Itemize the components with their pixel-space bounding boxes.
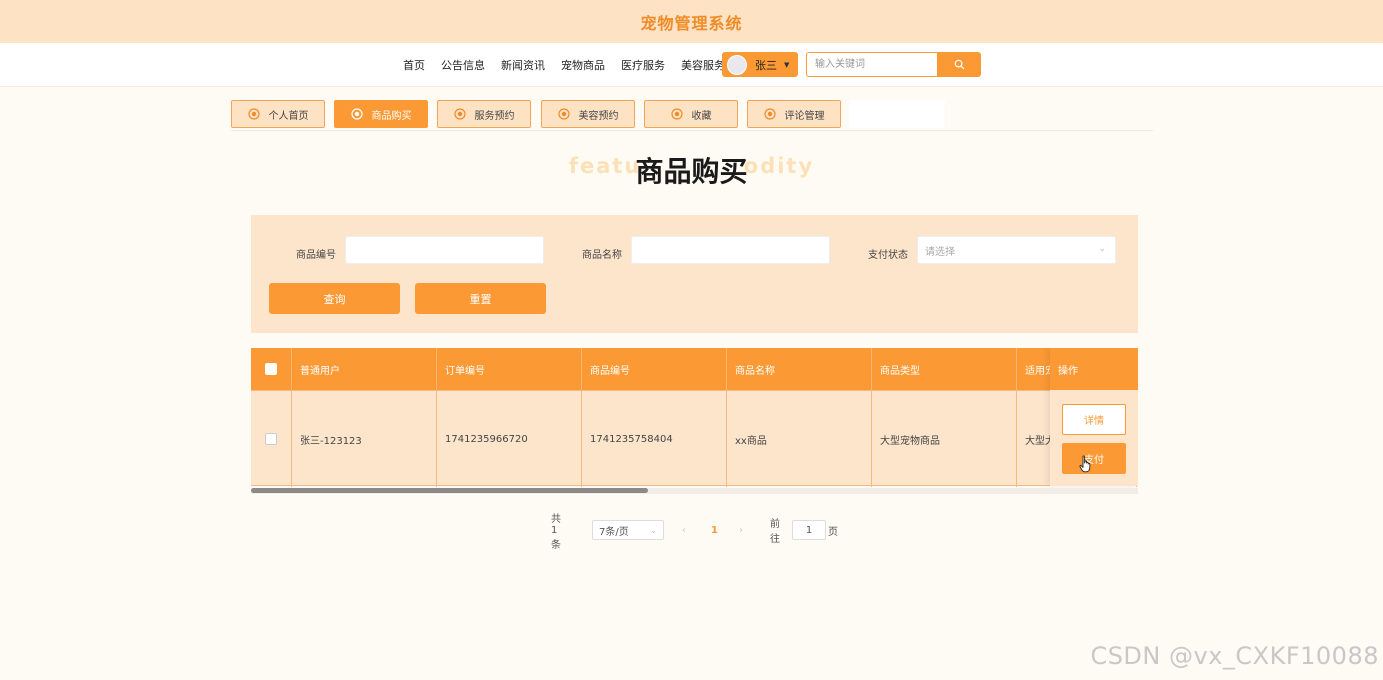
page-heading: featu odity 商品购买 bbox=[0, 150, 1383, 190]
page-size-value: 7条/页 bbox=[599, 526, 629, 538]
tab-label: 商品购买 bbox=[371, 110, 412, 122]
pay-status-placeholder: 请选择 bbox=[925, 246, 955, 258]
tab-favorites[interactable]: 收藏 bbox=[644, 100, 738, 128]
tab-label: 个人首页 bbox=[268, 110, 309, 122]
chevron-down-icon: ⌄ bbox=[650, 525, 657, 535]
table-row: 张三-123123 1741235966720 1741235758404 xx… bbox=[251, 390, 1138, 487]
product-code-label: 商品编号 bbox=[296, 250, 336, 261]
prev-page-icon[interactable]: ‹ bbox=[682, 520, 686, 540]
watermark: CSDN @vx_CXKF10088 bbox=[1090, 642, 1379, 670]
detail-button[interactable]: 详情 bbox=[1062, 404, 1126, 435]
top-banner: 宠物管理系统 bbox=[0, 0, 1383, 43]
operation-column: 操作 详情 支付 bbox=[1050, 348, 1138, 486]
tab-product-purchase[interactable]: 商品购买 bbox=[334, 100, 428, 128]
nav-link-notices[interactable]: 公告信息 bbox=[441, 57, 485, 73]
star-circle-icon bbox=[670, 108, 683, 120]
user-menu-button[interactable]: 张三 ▼ bbox=[722, 52, 798, 77]
tab-grooming-booking[interactable]: 美容预约 bbox=[541, 100, 635, 128]
product-name-label: 商品名称 bbox=[582, 250, 622, 261]
col-product-name: 商品名称 bbox=[727, 348, 872, 390]
row-checkbox[interactable] bbox=[265, 433, 277, 445]
pay-status-select[interactable]: 请选择 ⌄ bbox=[917, 236, 1116, 264]
next-page-icon[interactable]: › bbox=[739, 520, 743, 540]
col-product-type: 商品类型 bbox=[872, 348, 1017, 390]
col-user: 普通用户 bbox=[292, 348, 437, 390]
select-all-cell bbox=[251, 348, 292, 390]
select-all-checkbox[interactable] bbox=[265, 363, 277, 375]
cell-user: 张三-123123 bbox=[292, 391, 437, 487]
col-operation: 操作 bbox=[1050, 348, 1138, 390]
cell-product-name: xx商品 bbox=[727, 391, 872, 487]
search-button[interactable] bbox=[937, 52, 981, 77]
scrollbar-thumb[interactable] bbox=[251, 488, 648, 493]
nav-link-medical[interactable]: 医疗服务 bbox=[621, 57, 665, 73]
operation-cell: 详情 支付 bbox=[1050, 390, 1138, 486]
chevron-down-icon: ⌄ bbox=[1098, 244, 1106, 254]
search-input[interactable] bbox=[806, 52, 937, 77]
caret-down-icon: ▼ bbox=[784, 60, 790, 69]
table-horizontal-scrollbar[interactable] bbox=[251, 488, 1138, 494]
cell-order-no: 1741235966720 bbox=[437, 391, 582, 487]
search-query-button[interactable]: 查询 bbox=[269, 283, 400, 314]
star-circle-icon bbox=[557, 108, 570, 120]
goto-page-input[interactable]: 1 bbox=[792, 520, 826, 540]
tab-label: 评论管理 bbox=[784, 110, 825, 122]
col-product-code: 商品编号 bbox=[582, 348, 727, 390]
current-page[interactable]: 1 bbox=[711, 520, 718, 540]
cell-product-code: 1741235758404 bbox=[582, 391, 727, 487]
tab-label: 美容预约 bbox=[578, 110, 619, 122]
star-circle-icon bbox=[763, 108, 776, 120]
tab-personal-home[interactable]: 个人首页 bbox=[231, 100, 325, 128]
product-name-input[interactable] bbox=[631, 236, 830, 264]
page-suffix: 页 bbox=[828, 526, 838, 538]
col-order-no: 订单编号 bbox=[437, 348, 582, 390]
tabs-divider bbox=[231, 130, 1153, 131]
star-circle-icon bbox=[453, 108, 466, 120]
pay-button[interactable]: 支付 bbox=[1062, 443, 1126, 474]
filter-panel: 商品编号 商品名称 支付状态 请选择 ⌄ 查询 重置 bbox=[251, 215, 1138, 333]
nav-link-grooming[interactable]: 美容服务 bbox=[681, 57, 725, 73]
nav-link-pet-products[interactable]: 宠物商品 bbox=[561, 57, 605, 73]
tab-spacer bbox=[849, 100, 945, 128]
total-count: 共 1 条 bbox=[551, 513, 561, 551]
user-name: 张三 bbox=[755, 58, 777, 72]
tab-service-booking[interactable]: 服务预约 bbox=[437, 100, 531, 128]
hand-cursor-icon bbox=[1079, 455, 1091, 473]
tab-label: 服务预约 bbox=[474, 110, 515, 122]
pay-status-label: 支付状态 bbox=[868, 250, 908, 261]
cell-product-type: 大型宠物商品 bbox=[872, 391, 1017, 487]
page-size-select[interactable]: 7条/页 ⌄ bbox=[592, 520, 664, 540]
orders-table: 普通用户 订单编号 商品编号 商品名称 商品类型 适用宠 张三-123123 1… bbox=[251, 348, 1138, 494]
avatar bbox=[727, 54, 747, 75]
nav-link-news[interactable]: 新闻资讯 bbox=[501, 57, 545, 73]
table-header: 普通用户 订单编号 商品编号 商品名称 商品类型 适用宠 bbox=[251, 348, 1138, 390]
tab-label: 收藏 bbox=[691, 110, 712, 122]
star-circle-icon bbox=[350, 108, 363, 120]
reset-button[interactable]: 重置 bbox=[415, 283, 546, 314]
search-icon bbox=[954, 59, 964, 70]
page-title: 商品购买 bbox=[635, 155, 748, 188]
tab-comments[interactable]: 评论管理 bbox=[747, 100, 841, 128]
nav-links: 首页 公告信息 新闻资讯 宠物商品 医疗服务 美容服务 bbox=[395, 43, 733, 86]
nav-bar: 首页 公告信息 新闻资讯 宠物商品 医疗服务 美容服务 bbox=[0, 43, 1383, 87]
star-circle-icon bbox=[247, 108, 260, 120]
goto-label: 前往 bbox=[770, 519, 780, 545]
site-title: 宠物管理系统 bbox=[640, 13, 743, 33]
nav-link-home[interactable]: 首页 bbox=[403, 57, 425, 73]
product-code-input[interactable] bbox=[345, 236, 544, 264]
row-select-cell bbox=[251, 391, 292, 487]
